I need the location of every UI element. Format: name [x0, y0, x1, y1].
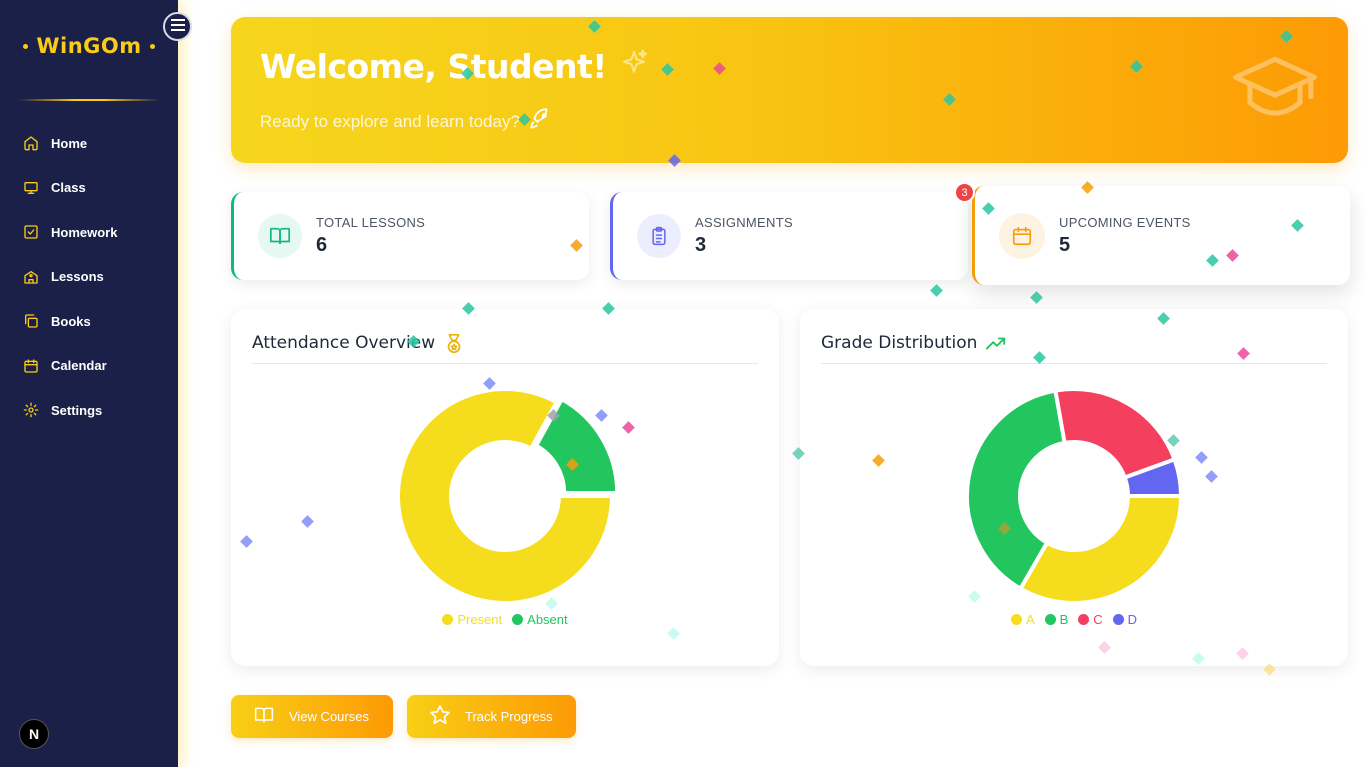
attendance-chart-card: Attendance Overview Present Absent	[231, 309, 779, 666]
legend-swatch	[512, 614, 524, 625]
confetti-piece	[1030, 291, 1043, 304]
school-icon	[22, 268, 39, 285]
button-label: Track Progress	[465, 709, 553, 724]
rocket-icon	[528, 106, 554, 137]
sidebar-item-label: Lessons	[51, 269, 104, 285]
page-title: Welcome, Student!	[260, 47, 607, 86]
logo-dot-left	[23, 43, 29, 49]
chart-legend: A B C D	[800, 612, 1348, 627]
legend-swatch	[1112, 614, 1124, 625]
sidebar-item-settings[interactable]: Settings	[0, 388, 178, 433]
stat-text: UPCOMING EVENTS 5	[1059, 215, 1191, 257]
check-square-icon	[22, 224, 39, 241]
legend-item-a[interactable]: A	[1010, 612, 1035, 627]
gear-icon	[22, 402, 39, 419]
stat-card-total-lessons[interactable]: TOTAL LESSONS 6	[231, 192, 589, 280]
framework-badge[interactable]: N	[19, 719, 49, 749]
chart-legend: Present Absent	[231, 612, 779, 627]
sidebar-item-homework[interactable]: Homework	[0, 210, 178, 255]
legend-swatch	[442, 614, 454, 625]
home-icon	[22, 135, 39, 152]
hamburger-menu-icon	[170, 18, 185, 36]
logo-text: WinGOm	[36, 34, 142, 58]
calendar-icon	[22, 357, 39, 374]
confetti-piece	[930, 284, 943, 297]
star-icon	[429, 704, 451, 729]
hero-subtitle-row: Ready to explore and learn today?	[260, 106, 554, 137]
stat-value: 6	[316, 234, 328, 256]
sidebar-item-books[interactable]: Books	[0, 299, 178, 344]
stat-card-assignments[interactable]: ASSIGNMENTS 3	[610, 192, 968, 280]
attendance-donut-chart	[396, 387, 620, 605]
grade-donut-chart	[965, 387, 1184, 605]
clipboard-list-icon	[637, 214, 681, 258]
sidebar: WinGOm Home Class Homework Lessons Books…	[0, 0, 178, 767]
chart-header: Attendance Overview	[252, 333, 758, 364]
legend-label: C	[1093, 612, 1103, 627]
brand-divider	[18, 99, 160, 101]
track-progress-button[interactable]: Track Progress	[407, 695, 576, 738]
legend-label: Absent	[527, 612, 568, 627]
legend-item-b[interactable]: B	[1044, 612, 1069, 627]
sidebar-item-lessons[interactable]: Lessons	[0, 255, 178, 300]
sparkles-icon	[617, 47, 651, 86]
legend-swatch	[1078, 614, 1090, 625]
sidebar-item-label: Books	[51, 313, 91, 329]
notification-badge: 3	[954, 182, 975, 203]
sidebar-item-label: Home	[51, 135, 88, 151]
book-open-icon	[253, 705, 275, 728]
stat-label: ASSIGNMENTS	[695, 215, 793, 230]
stat-value: 5	[1059, 233, 1071, 256]
view-courses-button[interactable]: View Courses	[231, 695, 393, 738]
sidebar-item-label: Settings	[51, 402, 103, 418]
legend-swatch	[1010, 614, 1022, 625]
brand-logo[interactable]: WinGOm	[18, 30, 160, 62]
legend-label: B	[1059, 612, 1069, 627]
sidebar-item-label: Class	[51, 180, 86, 196]
legend-item-present[interactable]: Present	[442, 612, 502, 627]
graduation-cap-icon	[1232, 55, 1318, 126]
legend-item-d[interactable]: D	[1112, 612, 1138, 627]
chart-title: Grade Distribution	[821, 333, 978, 353]
legend-label: D	[1127, 612, 1138, 627]
trending-up-icon	[985, 333, 1007, 360]
legend-item-c[interactable]: C	[1078, 612, 1103, 627]
presentation-icon	[22, 179, 39, 196]
sidebar-item-home[interactable]: Home	[0, 121, 178, 166]
legend-item-absent[interactable]: Absent	[512, 612, 568, 627]
button-label: View Courses	[289, 709, 369, 724]
stat-text: ASSIGNMENTS 3	[695, 215, 793, 257]
menu-toggle-button[interactable]	[163, 12, 192, 41]
sidebar-nav: Home Class Homework Lessons Books Calend…	[0, 121, 178, 433]
copy-icon	[22, 313, 39, 330]
stat-text: TOTAL LESSONS 6	[316, 215, 425, 257]
stat-card-upcoming-events[interactable]: UPCOMING EVENTS 5	[972, 186, 1350, 285]
sidebar-item-calendar[interactable]: Calendar	[0, 344, 178, 389]
hero-title-row: Welcome, Student!	[260, 47, 651, 86]
grade-chart-card: Grade Distribution A B C D	[800, 309, 1348, 666]
book-open-icon	[258, 214, 302, 258]
calendar-icon	[999, 212, 1045, 259]
medal-icon	[443, 333, 465, 360]
stat-label: TOTAL LESSONS	[316, 215, 426, 230]
sidebar-item-label: Calendar	[51, 358, 107, 374]
hero-subtitle: Ready to explore and learn today?	[260, 111, 520, 131]
sidebar-item-label: Homework	[51, 224, 118, 240]
sidebar-item-class[interactable]: Class	[0, 166, 178, 211]
welcome-banner: Welcome, Student! Ready to explore and l…	[231, 17, 1348, 163]
legend-swatch	[1044, 614, 1056, 625]
stat-label: UPCOMING EVENTS	[1059, 214, 1191, 230]
stat-value: 3	[695, 234, 707, 256]
logo-dot-right	[149, 43, 155, 49]
chart-header: Grade Distribution	[821, 333, 1327, 364]
legend-label: Present	[457, 612, 503, 627]
legend-label: A	[1025, 612, 1035, 627]
